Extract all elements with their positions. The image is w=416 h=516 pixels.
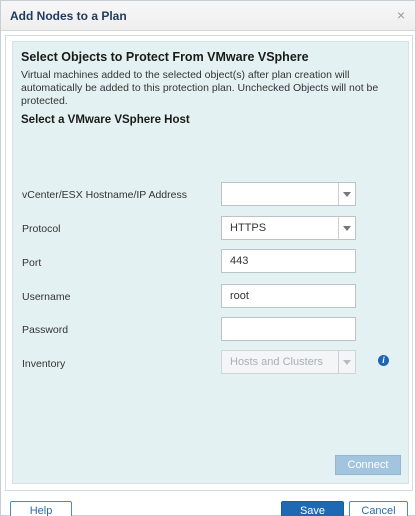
panel-subheading: Select a VMware VSphere Host — [21, 114, 190, 126]
inventory-label: Inventory — [22, 358, 66, 370]
connect-button[interactable]: Connect — [335, 455, 401, 475]
dialog-titlebar: Add Nodes to a Plan × — [1, 1, 415, 31]
protocol-select[interactable]: HTTPS — [221, 216, 356, 240]
hostname-label: vCenter/ESX Hostname/IP Address — [22, 189, 187, 201]
password-input[interactable] — [221, 317, 356, 341]
protocol-value: HTTPS — [230, 222, 267, 234]
panel-heading: Select Objects to Protect From VMware VS… — [21, 50, 309, 64]
port-label: Port — [22, 257, 42, 269]
info-icon[interactable]: i — [378, 355, 389, 366]
username-label: Username — [22, 291, 71, 303]
cancel-button[interactable]: Cancel — [349, 501, 408, 516]
port-input[interactable]: 443 — [221, 249, 356, 273]
add-nodes-dialog: Add Nodes to a Plan × Select Objects to … — [0, 0, 416, 516]
chevron-down-icon — [338, 351, 355, 373]
inventory-select: Hosts and Clusters — [221, 350, 356, 374]
close-icon[interactable]: × — [393, 7, 409, 23]
chevron-down-icon[interactable] — [338, 183, 355, 205]
save-button[interactable]: Save — [281, 501, 344, 516]
protocol-label: Protocol — [22, 223, 61, 235]
panel-description: Virtual machines added to the selected o… — [21, 69, 379, 107]
hostname-combobox[interactable] — [221, 182, 356, 206]
chevron-down-icon[interactable] — [338, 217, 355, 239]
dialog-title: Add Nodes to a Plan — [10, 9, 127, 23]
inventory-value: Hosts and Clusters — [230, 356, 323, 368]
help-button[interactable]: Help — [10, 501, 72, 516]
password-label: Password — [22, 324, 69, 336]
username-input[interactable]: root — [221, 284, 356, 308]
